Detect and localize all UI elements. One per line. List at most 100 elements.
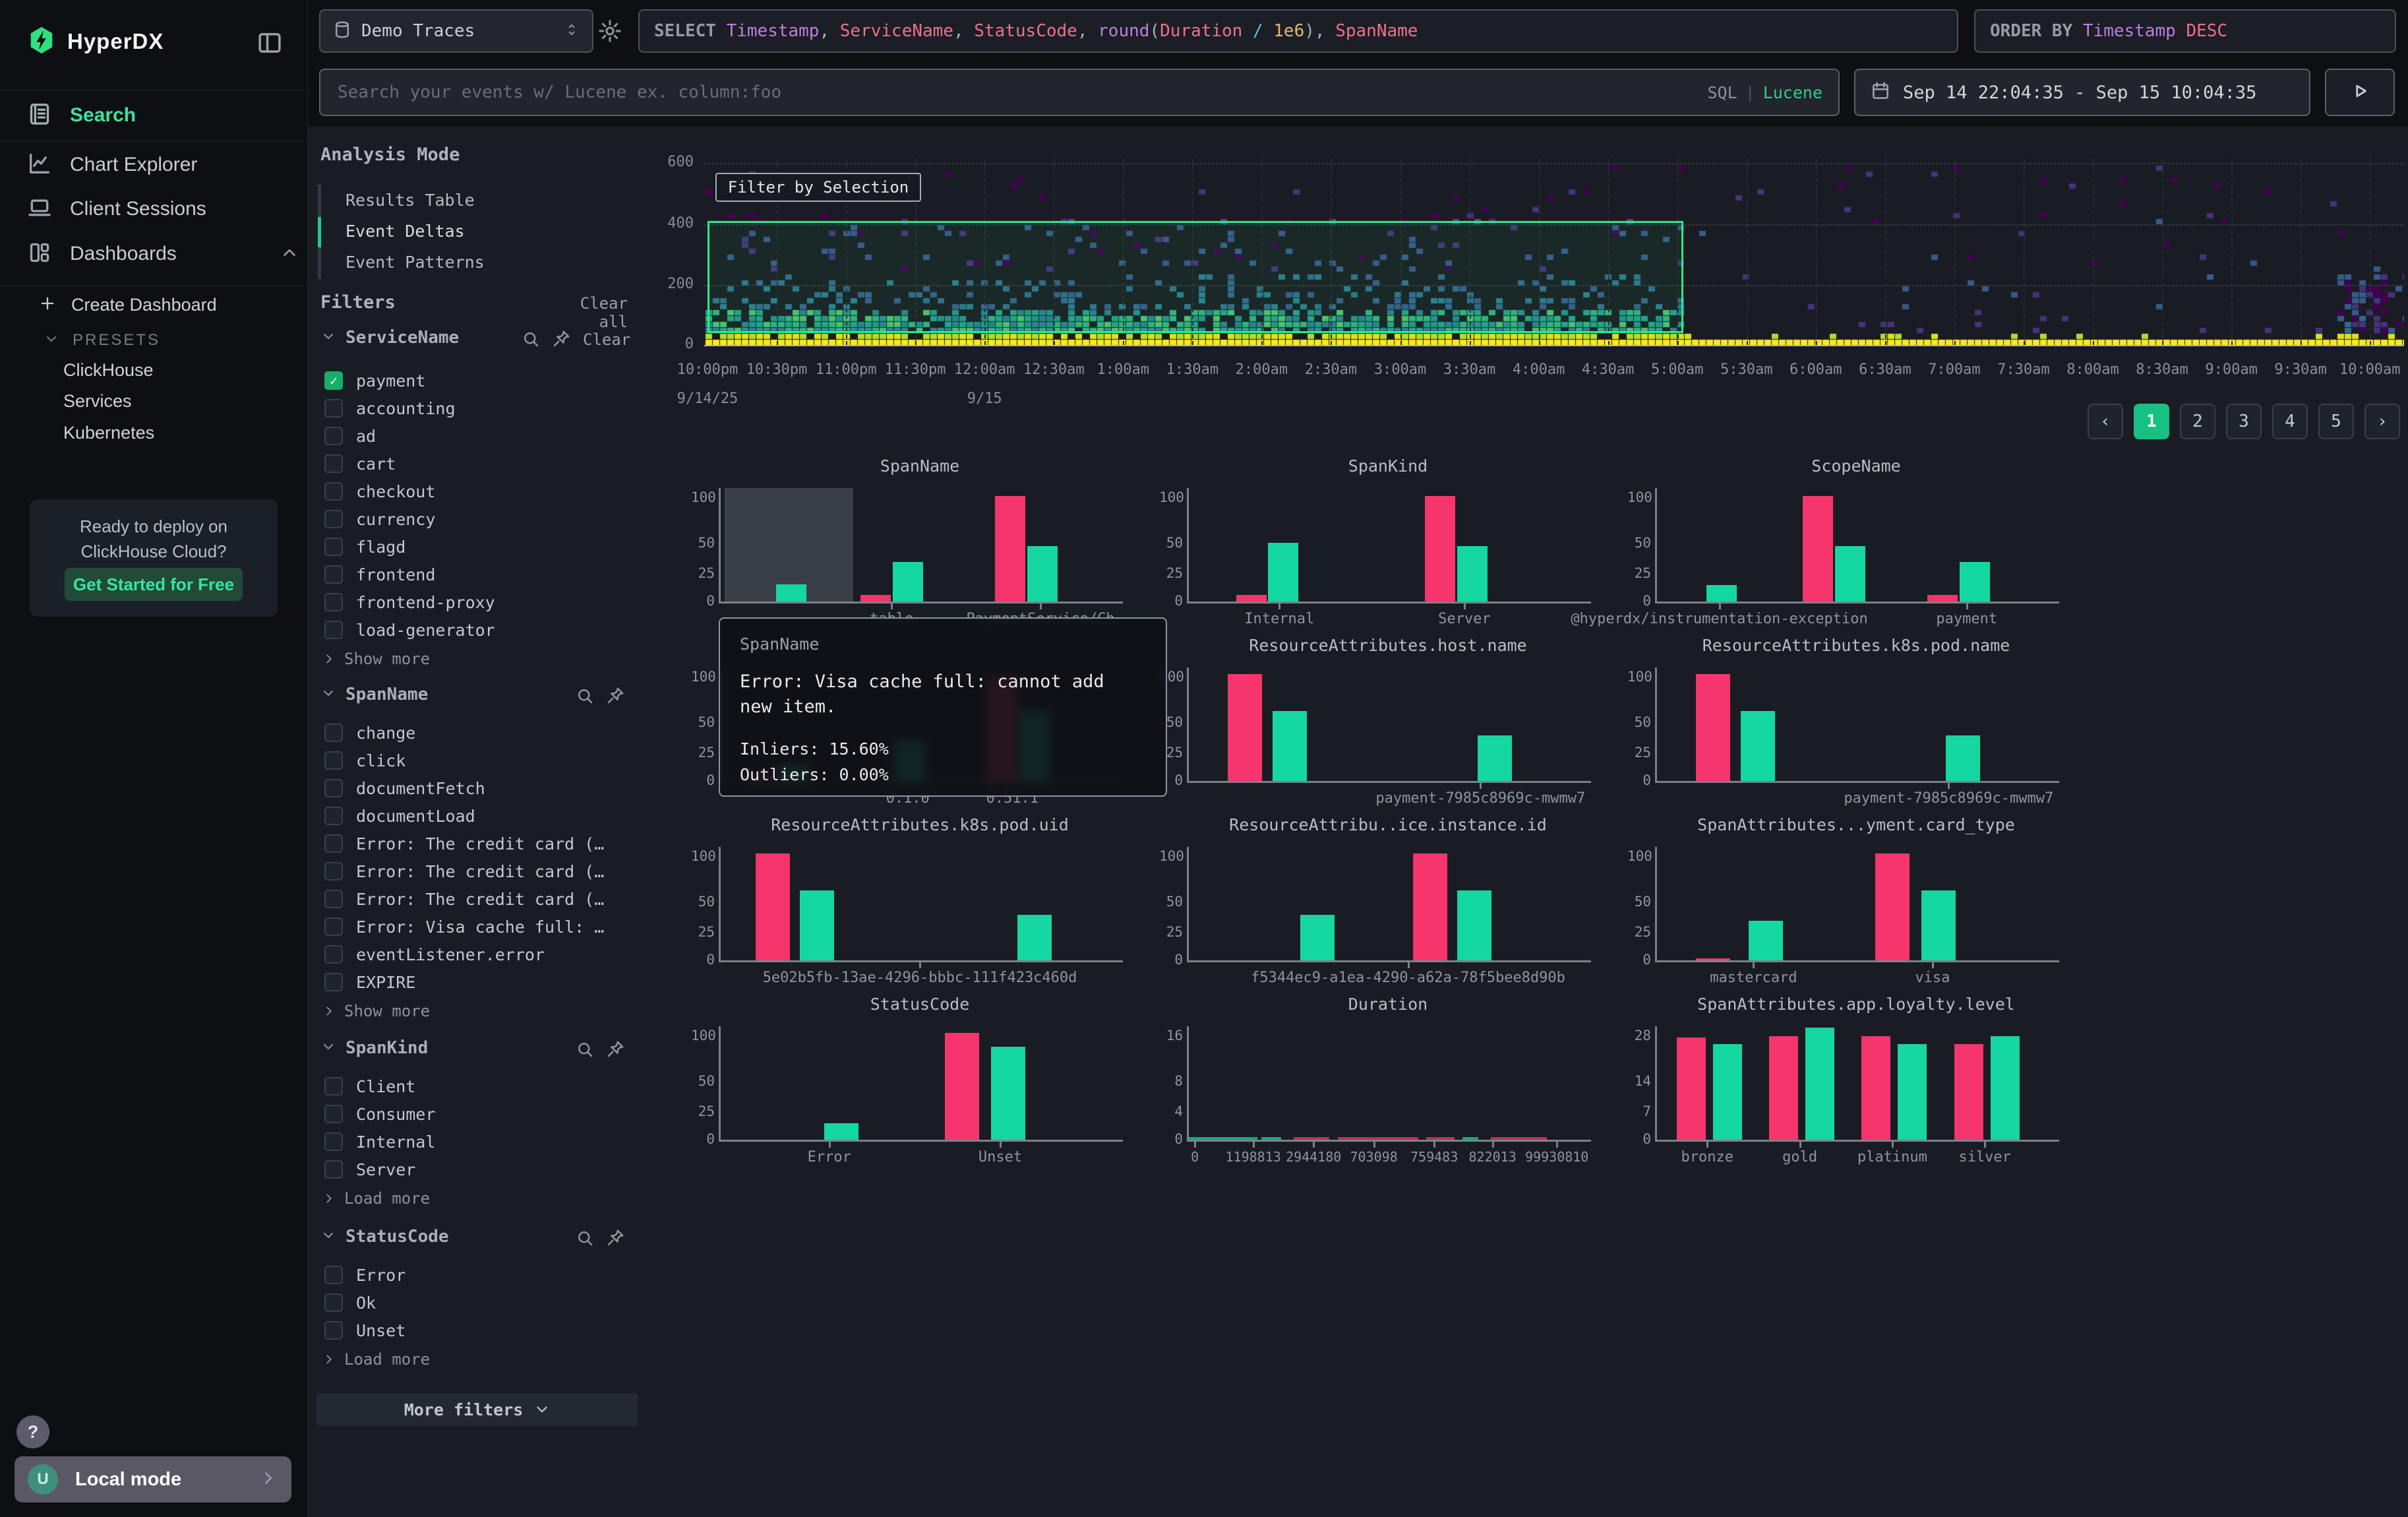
analysis-mode-option[interactable]: Results Table [346, 191, 475, 210]
delta-bar-outlier[interactable] [1803, 496, 1833, 602]
delta-bar-inlier[interactable] [1835, 546, 1865, 602]
filter-option-label[interactable]: Internal [356, 1132, 435, 1152]
filter-option-label[interactable]: Ok [356, 1293, 376, 1313]
filter-checkbox[interactable] [324, 1266, 343, 1284]
search-icon[interactable] [575, 686, 595, 708]
filter-checkbox[interactable] [324, 973, 343, 991]
page-button-1[interactable]: 1 [2134, 404, 2169, 439]
delta-bar-outlier[interactable] [756, 853, 790, 960]
pin-icon[interactable] [605, 1228, 625, 1251]
chart-x-label[interactable]: payment-7985c8969c-mwmw7 [1844, 790, 2053, 807]
chart-x-label[interactable]: f5344ec9-a1ea-4290-a62a-78f5bee8d90b [1251, 970, 1565, 986]
filter-checkbox[interactable]: ✓ [324, 371, 343, 390]
filter-checkbox[interactable] [324, 593, 343, 611]
date-range-picker[interactable]: Sep 14 22:04:35 - Sep 15 10:04:35 [1854, 69, 2310, 116]
delta-bar-outlier[interactable] [1677, 1037, 1706, 1140]
filter-option-label[interactable]: EXPIRE [356, 973, 415, 992]
pin-icon[interactable] [551, 329, 571, 352]
page-prev-button[interactable]: ‹ [2088, 404, 2123, 439]
filter-checkbox[interactable] [324, 482, 343, 501]
filter-option-label[interactable]: flagd [356, 538, 406, 557]
filter-option-label[interactable]: Error: The credit card (… [356, 862, 604, 881]
chart-x-label[interactable]: 5e02b5fb-13ae-4296-bbbc-111f423c460d [763, 970, 1077, 986]
delta-bar-inlier[interactable] [1898, 1044, 1927, 1140]
run-query-button[interactable] [2325, 69, 2395, 116]
delta-bar-inlier[interactable] [824, 1123, 858, 1140]
gear-icon[interactable] [597, 18, 622, 46]
chart-x-label[interactable]: 2944180 [1286, 1149, 1341, 1165]
filter-option-label[interactable]: accounting [356, 399, 456, 418]
sql-select-editor[interactable]: SELECT Timestamp, ServiceName, StatusCod… [638, 9, 1958, 53]
search-icon[interactable] [575, 1228, 595, 1251]
chevron-down-icon[interactable] [320, 1039, 336, 1057]
chart-x-label[interactable]: platinum [1857, 1149, 1927, 1165]
chart-x-label[interactable]: 0 [1191, 1149, 1199, 1165]
clear-filter-button[interactable]: Clear [583, 330, 630, 349]
filter-option-label[interactable]: frontend-proxy [356, 593, 495, 612]
chart-x-label[interactable]: 1198813 [1225, 1149, 1280, 1165]
filter-option-label[interactable]: Server [356, 1160, 415, 1179]
filter-option-label[interactable]: change [356, 724, 415, 743]
get-started-button[interactable]: Get Started for Free [65, 568, 243, 601]
delta-bar-outlier[interactable] [1236, 595, 1267, 602]
search-input[interactable] [336, 82, 1707, 103]
sidebar-item-client-sessions[interactable]: Client Sessions [26, 195, 307, 224]
heatmap-selection-region[interactable] [707, 221, 1683, 333]
delta-bar-outlier[interactable] [1954, 1044, 1983, 1140]
chart-x-label[interactable]: @hyperdx/instrumentation-exception [1571, 611, 1867, 627]
delta-bar-inlier[interactable] [991, 1047, 1025, 1140]
filter-checkbox[interactable] [324, 565, 343, 584]
filter-checkbox[interactable] [324, 1160, 343, 1179]
filter-checkbox[interactable] [324, 862, 343, 881]
filter-option-label[interactable]: documentLoad [356, 807, 475, 826]
filter-checkbox[interactable] [324, 1105, 343, 1123]
chevron-down-icon[interactable] [320, 328, 336, 347]
delta-bar-inlier[interactable] [893, 562, 923, 602]
delta-bar-inlier[interactable] [776, 584, 806, 602]
delta-bar-inlier[interactable] [1991, 1036, 2020, 1140]
show-more-button[interactable]: Load more [322, 1189, 430, 1208]
chart-x-label[interactable]: 759483 [1410, 1149, 1458, 1165]
lang-sql-toggle[interactable]: SQL [1707, 83, 1737, 102]
sidebar-item-search[interactable]: Search [26, 101, 307, 130]
analysis-mode-option[interactable]: Event Deltas [346, 222, 465, 241]
delta-bar-inlier[interactable] [1749, 921, 1783, 960]
filter-checkbox[interactable] [324, 890, 343, 908]
delta-bar-outlier[interactable] [1413, 853, 1447, 960]
collapse-sidebar-icon[interactable] [256, 29, 284, 59]
lang-lucene-toggle[interactable]: Lucene [1763, 83, 1822, 102]
more-filters-button[interactable]: More filters [316, 1393, 638, 1426]
filter-option-label[interactable]: Error: The credit card (… [356, 834, 604, 853]
filter-by-selection-button[interactable]: Filter by Selection [715, 173, 921, 202]
delta-bar-outlier[interactable] [1927, 595, 1958, 602]
delta-bar-inlier[interactable] [1960, 562, 1990, 602]
filter-option-label[interactable]: cart [356, 454, 396, 474]
filter-checkbox[interactable] [324, 917, 343, 936]
chart-x-label[interactable]: 822013 [1468, 1149, 1516, 1165]
delta-bar-inlier[interactable] [1457, 546, 1488, 602]
delta-bar-outlier[interactable] [1769, 1036, 1798, 1140]
filter-option-label[interactable]: Client [356, 1077, 415, 1096]
pin-icon[interactable] [605, 1039, 625, 1062]
analysis-mode-option[interactable]: Event Patterns [346, 253, 485, 272]
pin-icon[interactable] [605, 686, 625, 708]
filter-checkbox[interactable] [324, 538, 343, 556]
delta-bar-inlier[interactable] [1805, 1028, 1834, 1140]
filter-checkbox[interactable] [324, 1077, 343, 1096]
filter-option-label[interactable]: eventListener.error [356, 945, 545, 964]
filter-checkbox[interactable] [324, 779, 343, 797]
delta-bar-outlier[interactable] [995, 496, 1025, 602]
chart-x-label[interactable]: Server [1438, 611, 1490, 627]
filter-option-label[interactable]: frontend [356, 565, 435, 584]
delta-bar-inlier[interactable] [1921, 890, 1956, 960]
show-more-button[interactable]: Load more [322, 1350, 430, 1369]
filter-option-label[interactable]: currency [356, 510, 435, 529]
delta-bar-outlier[interactable] [1228, 674, 1262, 781]
filter-option-label[interactable]: Unset [356, 1321, 406, 1340]
search-icon[interactable] [521, 329, 541, 352]
filter-option-label[interactable]: Error [356, 1266, 406, 1285]
sidebar-preset-services[interactable]: Services [63, 391, 132, 412]
chart-x-label[interactable]: silver [1958, 1149, 2010, 1165]
filter-checkbox[interactable] [324, 427, 343, 445]
delta-bar-outlier[interactable] [1861, 1036, 1890, 1140]
